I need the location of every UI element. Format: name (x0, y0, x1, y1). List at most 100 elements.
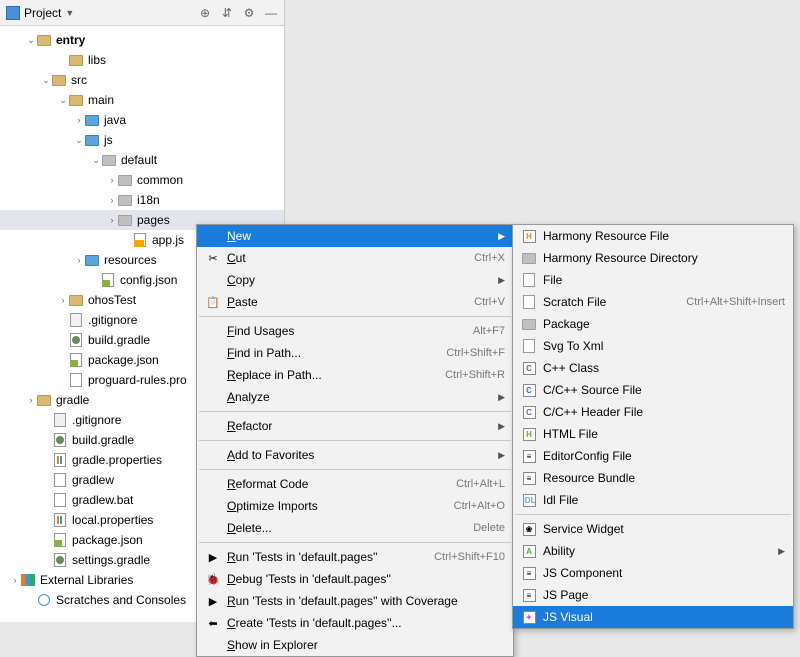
submenu-item-icon: ❀ (521, 522, 537, 536)
expand-arrow-icon[interactable]: › (107, 215, 117, 225)
locate-icon[interactable]: ⊕ (198, 6, 212, 20)
menu-item[interactable]: ▶Run 'Tests in 'default.pages'' with Cov… (197, 590, 513, 612)
submenu-item[interactable]: ≡Resource Bundle (513, 467, 793, 489)
submenu-item[interactable]: Scratch FileCtrl+Alt+Shift+Insert (513, 291, 793, 313)
submenu-arrow-icon: ▶ (495, 450, 505, 461)
submenu-item[interactable]: C C++ Class (513, 357, 793, 379)
expand-arrow-icon[interactable]: ⌄ (91, 155, 101, 166)
expand-arrow-icon[interactable]: ⌄ (58, 95, 68, 106)
submenu-item-label: HTML File (543, 427, 785, 441)
menu-item-icon: 📋 (205, 296, 221, 309)
tree-item-label: gradlew.bat (72, 493, 133, 507)
gear-icon[interactable]: ⚙ (242, 6, 256, 20)
submenu-item[interactable]: Package (513, 313, 793, 335)
menu-item[interactable]: Refactor▶ (197, 415, 513, 437)
expand-arrow-icon[interactable]: ⌄ (26, 35, 36, 46)
submenu-item-label: C/C++ Source File (543, 383, 785, 397)
expand-arrow-icon[interactable]: › (58, 295, 68, 305)
submenu-item-label: Scratch File (543, 295, 676, 309)
tree-item-label: External Libraries (40, 573, 133, 587)
menu-item[interactable]: Find in Path...Ctrl+Shift+F (197, 342, 513, 364)
tree-item-label: .gitignore (72, 413, 121, 427)
menu-item[interactable]: Delete...Delete (197, 517, 513, 539)
file-icon (52, 433, 68, 447)
tree-item[interactable]: ⌄entry (0, 30, 284, 50)
menu-item[interactable]: Optimize ImportsCtrl+Alt+O (197, 495, 513, 517)
expand-arrow-icon[interactable]: ⌄ (41, 75, 51, 86)
menu-item[interactable]: ▶Run 'Tests in 'default.pages''Ctrl+Shif… (197, 546, 513, 568)
submenu-item[interactable]: AAbility▶ (513, 540, 793, 562)
submenu-item[interactable]: Svg To Xml (513, 335, 793, 357)
expand-arrow-icon[interactable]: › (107, 195, 117, 205)
submenu-item[interactable]: ≡JS Component (513, 562, 793, 584)
new-submenu: HHarmony Resource FileHarmony Resource D… (512, 224, 794, 629)
submenu-item-label: C++ Class (543, 361, 785, 375)
folder-icon (84, 133, 100, 147)
file-icon (52, 533, 68, 547)
submenu-item-label: Idl File (543, 493, 785, 507)
menu-item-label: Create 'Tests in 'default.pages''... (227, 616, 505, 630)
tree-item-label: build.gradle (88, 333, 150, 347)
menu-item[interactable]: 📋PasteCtrl+V (197, 291, 513, 313)
project-selector[interactable]: Project ▼ (6, 6, 198, 20)
menu-item[interactable]: Add to Favorites▶ (197, 444, 513, 466)
submenu-item[interactable]: ≡JS Page (513, 584, 793, 606)
hide-icon[interactable]: — (264, 6, 278, 20)
menu-item-label: Optimize Imports (227, 499, 444, 513)
submenu-item-icon: C (521, 361, 537, 375)
tree-item-label: ohosTest (88, 293, 136, 307)
tree-item[interactable]: ›java (0, 110, 284, 130)
menu-item[interactable]: New▶ (197, 225, 513, 247)
menu-item-label: Copy (227, 273, 495, 287)
submenu-item[interactable]: Harmony Resource Directory (513, 247, 793, 269)
tree-item[interactable]: ·libs (0, 50, 284, 70)
menu-item[interactable]: Reformat CodeCtrl+Alt+L (197, 473, 513, 495)
submenu-item[interactable]: File (513, 269, 793, 291)
submenu-item[interactable]: CC/C++ Header File (513, 401, 793, 423)
collapse-icon[interactable]: ⇵ (220, 6, 234, 20)
tree-item[interactable]: ⌄main (0, 90, 284, 110)
menu-item[interactable]: Analyze▶ (197, 386, 513, 408)
menu-item[interactable]: Find UsagesAlt+F7 (197, 320, 513, 342)
submenu-item-icon (521, 317, 537, 331)
folder-icon (117, 193, 133, 207)
submenu-item-icon: A (521, 544, 537, 558)
menu-item[interactable]: Show in Explorer (197, 634, 513, 656)
submenu-item[interactable]: ≡EditorConfig File (513, 445, 793, 467)
expand-arrow-icon[interactable]: › (26, 395, 36, 405)
expand-arrow-icon[interactable]: › (74, 115, 84, 125)
tree-item[interactable]: ›i18n (0, 190, 284, 210)
menu-item-label: Delete... (227, 521, 463, 535)
panel-header: Project ▼ ⊕ ⇵ ⚙ — (0, 0, 284, 26)
submenu-item[interactable]: ❀Service Widget (513, 518, 793, 540)
menu-item[interactable]: Copy▶ (197, 269, 513, 291)
tree-item-label: src (71, 73, 87, 87)
submenu-arrow-icon: ▶ (495, 231, 505, 242)
submenu-item[interactable]: IDLIdl File (513, 489, 793, 511)
expand-arrow-icon[interactable]: › (10, 575, 20, 585)
submenu-item[interactable]: CC/C++ Source File (513, 379, 793, 401)
folder-icon (68, 53, 84, 67)
menu-item[interactable]: ⬅Create 'Tests in 'default.pages''... (197, 612, 513, 634)
submenu-item[interactable]: ✦JS Visual (513, 606, 793, 628)
tree-item[interactable]: ›common (0, 170, 284, 190)
expand-arrow-icon[interactable]: ⌄ (74, 135, 84, 146)
menu-item[interactable]: ✂CutCtrl+X (197, 247, 513, 269)
menu-separator (515, 514, 791, 515)
menu-item[interactable]: Replace in Path...Ctrl+Shift+R (197, 364, 513, 386)
expand-arrow-icon[interactable]: › (74, 255, 84, 265)
submenu-arrow-icon: ▶ (775, 546, 785, 557)
expand-arrow-icon[interactable]: › (107, 175, 117, 185)
menu-item-label: Show in Explorer (227, 638, 505, 652)
menu-item-label: Find Usages (227, 324, 463, 338)
menu-item-label: Paste (227, 295, 464, 309)
submenu-item-label: EditorConfig File (543, 449, 785, 463)
tree-item[interactable]: ⌄default (0, 150, 284, 170)
tree-item[interactable]: ⌄js (0, 130, 284, 150)
menu-item-icon: 🐞 (205, 573, 221, 586)
submenu-item[interactable]: HHTML File (513, 423, 793, 445)
file-icon (52, 513, 68, 527)
tree-item[interactable]: ⌄ src (0, 70, 284, 90)
menu-item[interactable]: 🐞Debug 'Tests in 'default.pages'' (197, 568, 513, 590)
submenu-item[interactable]: HHarmony Resource File (513, 225, 793, 247)
